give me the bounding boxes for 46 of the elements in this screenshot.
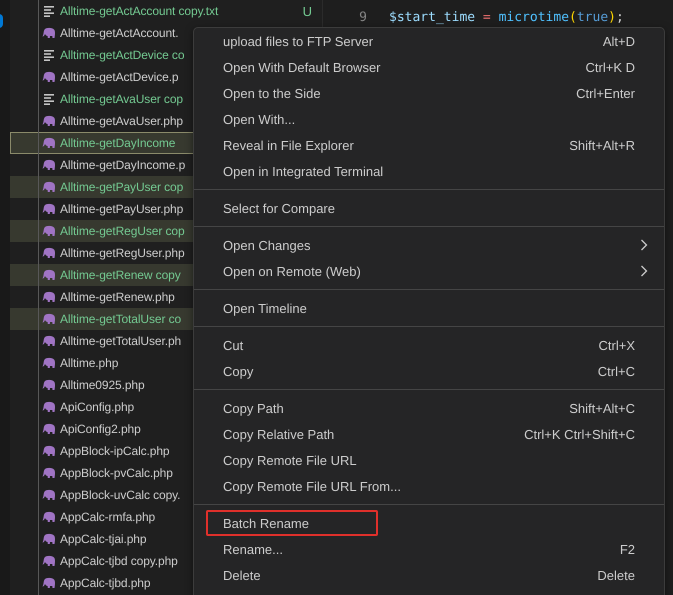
menu-item[interactable]: upload files to FTP Server Alt+D (194, 28, 664, 54)
elephant-icon (42, 203, 56, 215)
elephant-icon (42, 313, 56, 325)
elephant-icon (42, 489, 56, 501)
menu-item[interactable]: Delete Delete (194, 562, 664, 588)
elephant-icon (42, 555, 56, 567)
elephant-icon (42, 379, 56, 391)
file-item[interactable]: Alltime-getActAccount copy.txt U (10, 0, 322, 22)
menu-item[interactable]: Select for Compare (194, 195, 664, 221)
elephant-icon (42, 401, 56, 413)
elephant-icon (42, 423, 56, 435)
elephant-icon (42, 577, 56, 589)
chevron-right-icon (640, 239, 648, 251)
chevron-right-icon (640, 265, 648, 277)
elephant-icon (42, 115, 56, 127)
elephant-icon (42, 71, 56, 83)
lines-icon (42, 49, 56, 61)
menu-item[interactable]: Copy Remote File URL From... (194, 473, 664, 499)
lines-icon (42, 93, 56, 105)
menu-item[interactable]: Cut Ctrl+X (194, 332, 664, 358)
elephant-icon (42, 445, 56, 457)
elephant-icon (42, 511, 56, 523)
code-line: $start_time = microtime(true); (389, 9, 624, 27)
elephant-icon (42, 181, 56, 193)
elephant-icon (42, 291, 56, 303)
menu-item[interactable]: Rename... F2 (194, 536, 664, 562)
menu-item[interactable]: Open With... (194, 106, 664, 132)
menu-item[interactable]: Copy Relative Path Ctrl+K Ctrl+Shift+C (194, 421, 664, 447)
elephant-icon (42, 225, 56, 237)
elephant-icon (42, 159, 56, 171)
menu-item[interactable]: Open to the Side Ctrl+Enter (194, 80, 664, 106)
lines-icon (42, 5, 56, 17)
menu-item[interactable]: Batch Rename (194, 510, 664, 536)
elephant-icon (42, 533, 56, 545)
elephant-icon (42, 137, 56, 149)
elephant-icon (42, 269, 56, 281)
elephant-icon (42, 335, 56, 347)
elephant-icon (42, 357, 56, 369)
menu-item[interactable]: Copy Path Shift+Alt+C (194, 395, 664, 421)
elephant-icon (42, 467, 56, 479)
elephant-icon (42, 27, 56, 39)
menu-item[interactable]: Open With Default Browser Ctrl+K D (194, 54, 664, 80)
elephant-icon (42, 247, 56, 259)
line-number: 9 (358, 9, 367, 27)
menu-item[interactable]: Copy Remote File URL (194, 447, 664, 473)
menu-item[interactable]: Copy Ctrl+C (194, 358, 664, 384)
